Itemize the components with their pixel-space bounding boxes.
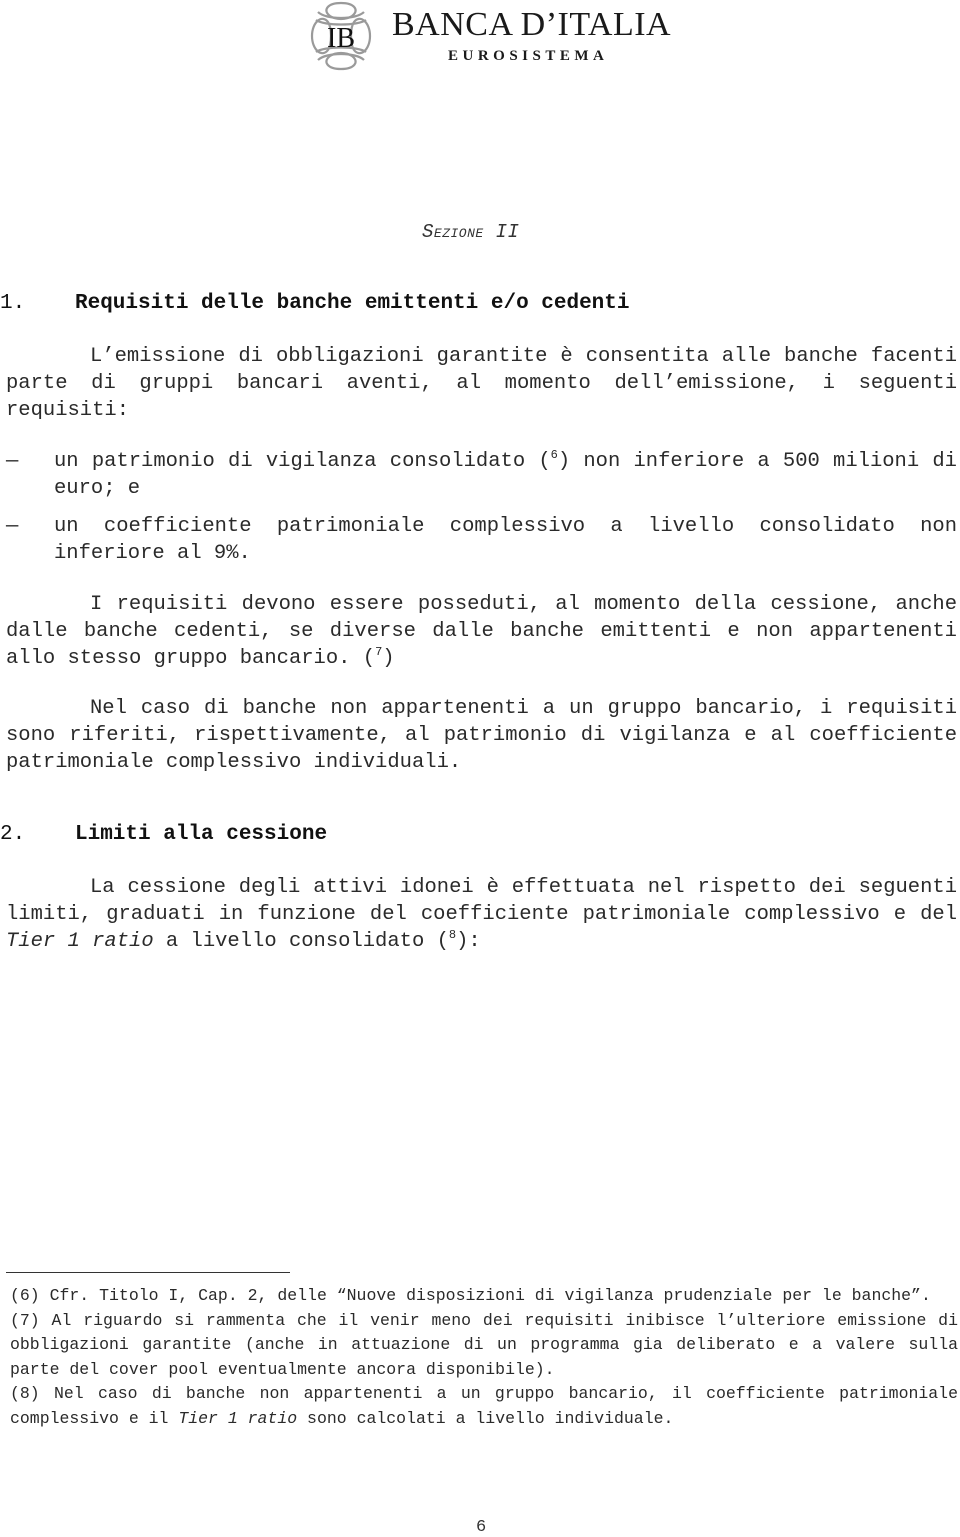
section-label: Sezione II (422, 221, 520, 243)
section-2-number: 2. (0, 823, 26, 846)
requirement-bullet-1: — un patrimonio di vigilanza consolidato… (6, 448, 957, 502)
paragraph-3-text: Nel caso di banche non appartenenti a un… (6, 697, 957, 774)
section-2-heading: 2. Limiti alla cessione (0, 823, 327, 846)
section-1-number: 1. (0, 292, 26, 315)
section-1-title: Requisiti delle banche emittenti e/o ced… (75, 292, 630, 315)
banca-italia-emblem-icon: IB (308, 0, 374, 72)
footnote-6: (6) Cfr. Titolo I, Cap. 2, delle “Nuove … (10, 1286, 931, 1305)
section-1-heading: 1. Requisiti delle banche emittenti e/o c… (0, 292, 630, 315)
section-2-paragraph: La cessione degli attivi idonei è effett… (6, 874, 957, 955)
requirement-bullet-2: — un coefficiente patrimoniale complessi… (6, 513, 957, 567)
footnote-7: (7) Al riguardo si rammenta che il venir… (10, 1310, 958, 1379)
paragraph-2-close: ) (382, 647, 395, 670)
footnote-divider (6, 1272, 290, 1273)
section-1-intro-text: L’emissione di obbligazioni garantite è … (6, 345, 957, 422)
section-2-text-after: a livello consolidato ( (153, 930, 449, 953)
section-1-paragraph-2: I requisiti devono essere posseduti, al … (6, 591, 957, 672)
footnotes: (6) Cfr. Titolo I, Cap. 2, delle “Nuove … (10, 1284, 958, 1432)
bullet-dash: — (6, 450, 19, 473)
section-2-text-before: La cessione degli attivi idonei è effett… (6, 876, 957, 926)
footnote-ref-6[interactable]: 6 (551, 448, 558, 462)
section-2-text-close: ): (456, 930, 481, 953)
logo-subtitle: EUROSISTEMA (448, 48, 609, 64)
logo-bank-name: BANCA D’ITALIA (392, 6, 672, 43)
footnote-ref-8[interactable]: 8 (449, 928, 456, 942)
tier1-ratio-term: Tier 1 ratio (6, 930, 154, 953)
footnote-8-after: sono calcolati a livello individuale. (297, 1408, 674, 1428)
footnote-8: (8) Nel caso di banche non appartenenti … (10, 1382, 958, 1431)
section-1-paragraph-3: Nel caso di banche non appartenenti a un… (6, 695, 957, 776)
section-2-title: Limiti alla cessione (75, 823, 328, 846)
page-number: 6 (476, 1518, 487, 1537)
bullet-dash: — (6, 515, 19, 538)
footnote-8-italic: Tier 1 ratio (178, 1408, 298, 1428)
bullet-1-text-before: un patrimonio di vigilanza consolidato ( (54, 450, 551, 473)
section-1-intro-paragraph: L’emissione di obbligazioni garantite è … (6, 343, 957, 424)
bullet-2-text: un coefficiente patrimoniale complessivo… (54, 515, 957, 565)
paragraph-2-text: I requisiti devono essere posseduti, al … (6, 593, 957, 670)
banca-italia-logo: IB BANCA D’ITALIA EUROSISTEMA (308, 0, 671, 72)
logo-monogram: IB (327, 23, 355, 54)
